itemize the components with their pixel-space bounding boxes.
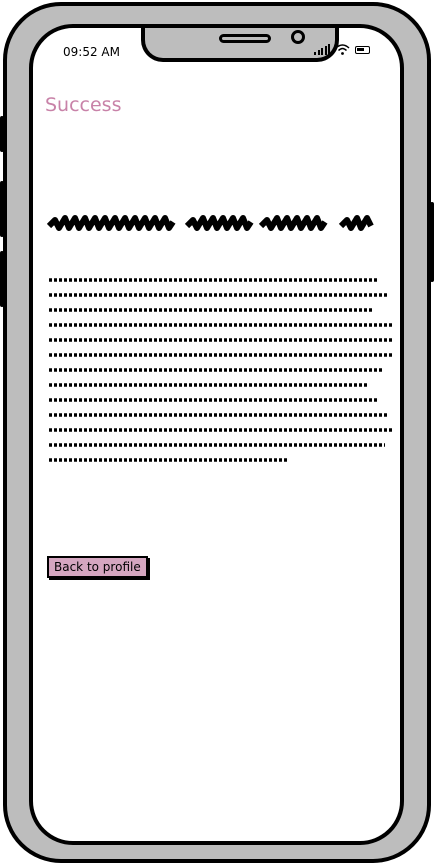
body-text-scribble (49, 278, 392, 462)
notch (141, 28, 339, 62)
phone-screen: 09:52 AM Success Back to profile (29, 24, 404, 845)
side-button-volume-up (0, 181, 4, 237)
side-button-volume-down (0, 251, 4, 307)
page-title: Success (45, 94, 122, 116)
battery-icon (355, 45, 370, 54)
side-button-mute (0, 116, 4, 152)
back-to-profile-button[interactable]: Back to profile (47, 556, 148, 578)
status-time: 09:52 AM (63, 45, 120, 59)
side-button-power (430, 202, 434, 282)
phone-frame: 09:52 AM Success Back to profile (0, 2, 434, 863)
wifi-icon (335, 44, 350, 55)
speaker-grille (219, 34, 271, 43)
status-icons (314, 44, 370, 55)
signal-icon (314, 44, 330, 55)
heading-scribble (47, 215, 374, 231)
front-camera (291, 30, 305, 44)
